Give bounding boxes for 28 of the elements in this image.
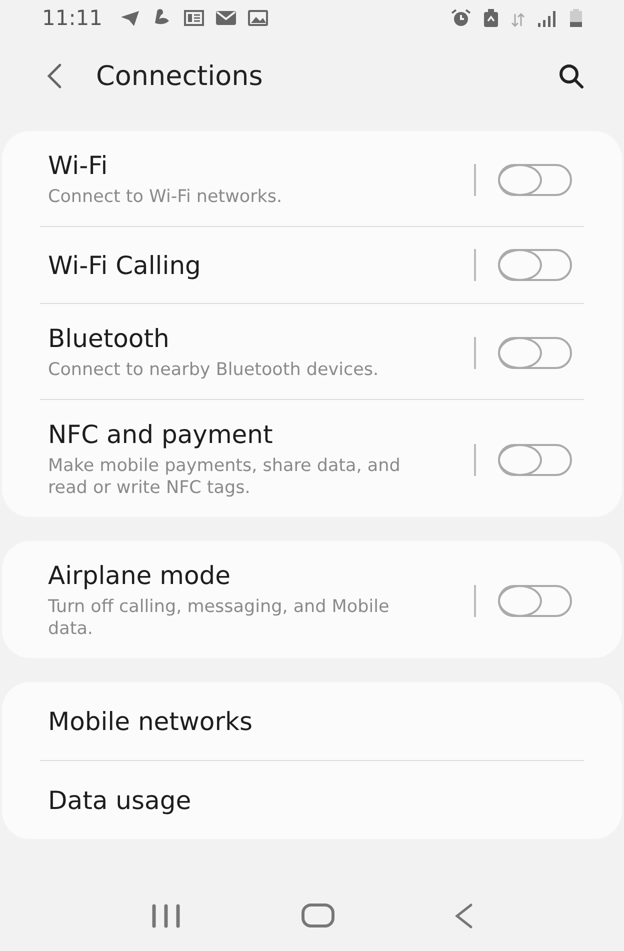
search-icon[interactable] [558, 63, 584, 89]
toggle-switch[interactable] [498, 164, 572, 196]
setting-title[interactable]: Data usage [48, 786, 584, 814]
home-icon[interactable] [300, 903, 335, 929]
newspaper-icon [182, 8, 205, 28]
image-icon [246, 8, 269, 28]
recent-apps-icon[interactable] [150, 904, 182, 928]
setting-title[interactable]: Airplane mode [48, 561, 458, 590]
setting-description: Make mobile payments, share data, and read or write NFC tags. [48, 455, 402, 499]
setting-description: Connect to nearby Bluetooth devices. [48, 359, 380, 381]
back-icon[interactable] [46, 63, 62, 89]
recycle-bag-icon [482, 8, 500, 28]
back-icon[interactable] [454, 903, 474, 929]
alarm-clock-icon [450, 8, 472, 28]
setting-title[interactable]: NFC and payment [48, 420, 458, 449]
setting-title[interactable]: Wi-Fi Calling [48, 250, 458, 280]
setting-description: Turn off calling, messaging, and Mobile data. [48, 596, 390, 640]
battery-icon [568, 8, 584, 28]
status-time: 11:11 [42, 6, 103, 30]
toggle-switch[interactable] [498, 336, 572, 368]
setting-title[interactable]: Bluetooth [48, 324, 458, 353]
toggle-switch[interactable] [498, 249, 572, 281]
toggle-switch[interactable] [498, 584, 572, 616]
setting-description: Connect to Wi-Fi networks. [48, 186, 284, 208]
setting-title[interactable]: Wi-Fi [48, 151, 458, 180]
page-title: Connections [96, 60, 264, 92]
setting-title[interactable]: Mobile networks [48, 706, 584, 736]
toggle-switch[interactable] [498, 444, 572, 476]
